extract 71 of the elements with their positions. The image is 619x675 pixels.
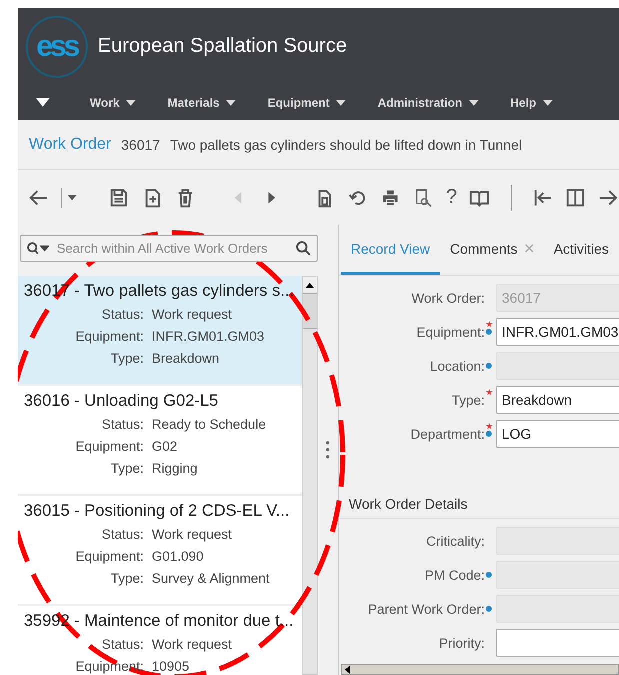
form-label: Location: (430, 358, 485, 374)
field-value: Ready to Schedule (152, 416, 266, 434)
field-label: Equipment: (74, 548, 144, 566)
form-label: Criticality: (426, 534, 485, 548)
menu-item[interactable]: Equipment (256, 96, 358, 110)
scroll-left-icon[interactable] (345, 666, 350, 674)
form-label: Equipment: (416, 324, 485, 340)
field-label: Status: (100, 306, 144, 324)
form-label: PM Code: (424, 568, 485, 582)
field-value: Survey & Alignment (152, 570, 270, 588)
field-label: Type: (110, 460, 144, 478)
save-icon[interactable] (108, 186, 130, 208)
input-field[interactable]: INFR.GM01.GM03 (496, 318, 619, 346)
menu-item[interactable]: Help (498, 96, 565, 110)
caret-icon (336, 100, 346, 106)
field-value: Work request (152, 636, 232, 654)
search-icon[interactable] (296, 241, 311, 256)
field-value: G01.090 (152, 548, 204, 566)
caret-icon (126, 100, 136, 106)
horizontal-scrollbar[interactable] (341, 664, 619, 675)
field-label: Equipment: (74, 328, 144, 346)
field-label: Status: (100, 526, 144, 544)
tab[interactable]: Comments (440, 225, 544, 275)
work-order-title: 36016 - Unloading G02-L5 (24, 392, 220, 411)
form-label: Parent Work Order: (368, 602, 485, 616)
field-value: INFR.GM01.GM03 (152, 328, 265, 346)
caret-icon (542, 100, 553, 106)
field-value: Rigging (152, 460, 198, 478)
resize-handle-icon[interactable] (326, 440, 330, 460)
caret-icon (468, 100, 478, 106)
caret-icon (226, 100, 236, 106)
menu-item[interactable]: Administration (366, 96, 490, 110)
menu-item[interactable]: Materials (156, 96, 248, 110)
preview-icon[interactable] (413, 186, 434, 208)
field-label: Type: (110, 570, 144, 588)
field-label: Equipment: (74, 658, 144, 675)
work-order-title: 36015 - Positioning of 2 CDS-EL V... (24, 502, 291, 521)
split-view-icon[interactable] (564, 186, 586, 208)
form-label: Type: (452, 392, 485, 408)
work-order-item[interactable]: 36016 - Unloading G02-L5 Status: Ready to Schedule Equipment: G02 Type: Rigging (18, 386, 302, 496)
help-button[interactable]: ? (446, 186, 458, 209)
vertical-scrollbar[interactable] (302, 276, 318, 675)
work-order-item[interactable]: 36015 - Positioning of 2 CDS-EL V... Status: Work request Equipment: G01.090 Type: Survey & Alignment (18, 496, 302, 606)
menu-caret-icon[interactable] (36, 98, 50, 107)
field-label: Type: (110, 350, 144, 368)
input-field[interactable]: Breakdown (496, 386, 619, 414)
app-title: European Spallation Source (98, 35, 348, 58)
scroll-up-icon[interactable] (306, 282, 314, 288)
search-options-icon[interactable] (27, 241, 49, 256)
search-input[interactable]: Search within All Active Work Orders (55, 240, 290, 257)
tab[interactable]: Activities (544, 225, 619, 275)
form-label: Priority: (439, 636, 485, 650)
menu-item[interactable]: Work (78, 96, 148, 110)
record-number: 36017 (121, 136, 160, 152)
form-label: Department: (410, 426, 485, 442)
logo: ess (26, 16, 88, 78)
field-label: Status: (100, 636, 144, 654)
field-value: 10905 (152, 658, 190, 675)
form-label: Work Order: (412, 290, 485, 306)
module-title: Work Order (29, 136, 112, 154)
search-field[interactable]: Search within All Active Work Orders (20, 235, 318, 262)
field-label: Status: (100, 416, 144, 434)
field-value: G02 (152, 438, 178, 456)
field-value: Work request (152, 526, 232, 544)
field-value: Work request (152, 306, 232, 324)
record-description: Two pallets gas cylinders should be lifted down in Tunnel (170, 136, 522, 152)
field-label: Equipment: (74, 438, 144, 456)
section-title: Work Order Details (349, 496, 468, 512)
field-value: Breakdown (152, 350, 220, 368)
input-field[interactable]: LOG (496, 420, 619, 448)
dropdown-caret-icon[interactable] (68, 194, 77, 200)
